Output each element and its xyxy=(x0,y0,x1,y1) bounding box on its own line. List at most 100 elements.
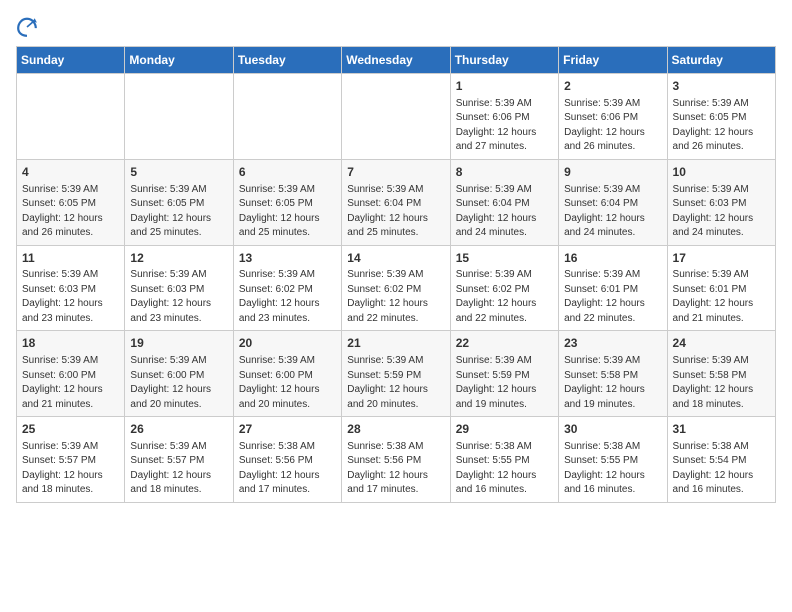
day-number: 17 xyxy=(673,250,770,267)
calendar-day-cell: 7 Sunrise: 5:39 AM Sunset: 6:04 PM Daylig… xyxy=(342,159,450,245)
day-number: 21 xyxy=(347,335,444,352)
day-info: Sunrise: 5:39 AM Sunset: 6:00 PM Dayligh… xyxy=(130,354,227,412)
calendar-day-header: Thursday xyxy=(450,47,558,74)
calendar-day-cell: 19 Sunrise: 5:39 AM Sunset: 6:00 PM Dayli… xyxy=(125,331,233,417)
calendar-day-cell: 18 Sunrise: 5:39 AM Sunset: 6:00 PM Dayli… xyxy=(17,331,125,417)
day-info: Sunrise: 5:39 AM Sunset: 6:06 PM Dayligh… xyxy=(564,97,661,155)
day-number: 13 xyxy=(239,250,336,267)
day-info: Sunrise: 5:39 AM Sunset: 6:04 PM Dayligh… xyxy=(564,183,661,241)
calendar-day-cell: 28 Sunrise: 5:38 AM Sunset: 5:56 PM Dayli… xyxy=(342,417,450,503)
day-info: Sunrise: 5:39 AM Sunset: 6:04 PM Dayligh… xyxy=(456,183,553,241)
day-info: Sunrise: 5:39 AM Sunset: 5:57 PM Dayligh… xyxy=(22,440,119,498)
calendar-day-cell: 23 Sunrise: 5:39 AM Sunset: 5:58 PM Dayli… xyxy=(559,331,667,417)
logo xyxy=(16,16,42,38)
day-info: Sunrise: 5:39 AM Sunset: 6:02 PM Dayligh… xyxy=(239,268,336,326)
calendar-day-cell xyxy=(342,74,450,160)
calendar-header-row: SundayMondayTuesdayWednesdayThursdayFrid… xyxy=(17,47,776,74)
calendar-day-header: Tuesday xyxy=(233,47,341,74)
calendar-day-cell: 16Sunrise: 5:39 AM Sunset: 6:01 PM Dayli… xyxy=(559,245,667,331)
day-number: 20 xyxy=(239,335,336,352)
day-info: Sunrise: 5:39 AM Sunset: 6:05 PM Dayligh… xyxy=(22,183,119,241)
day-number: 26 xyxy=(130,421,227,438)
day-number: 16 xyxy=(564,250,661,267)
calendar-day-cell: 9 Sunrise: 5:39 AM Sunset: 6:04 PM Daylig… xyxy=(559,159,667,245)
calendar-day-cell: 17Sunrise: 5:39 AM Sunset: 6:01 PM Dayli… xyxy=(667,245,775,331)
day-number: 8 xyxy=(456,164,553,181)
day-number: 31 xyxy=(673,421,770,438)
day-info: Sunrise: 5:39 AM Sunset: 6:03 PM Dayligh… xyxy=(673,183,770,241)
calendar-day-cell: 20 Sunrise: 5:39 AM Sunset: 6:00 PM Dayli… xyxy=(233,331,341,417)
calendar-day-cell: 21 Sunrise: 5:39 AM Sunset: 5:59 PM Dayli… xyxy=(342,331,450,417)
day-info: Sunrise: 5:39 AM Sunset: 6:01 PM Dayligh… xyxy=(673,268,770,326)
day-info: Sunrise: 5:39 AM Sunset: 6:00 PM Dayligh… xyxy=(239,354,336,412)
day-number: 3 xyxy=(673,78,770,95)
day-number: 28 xyxy=(347,421,444,438)
day-info: Sunrise: 5:39 AM Sunset: 5:59 PM Dayligh… xyxy=(347,354,444,412)
day-info: Sunrise: 5:38 AM Sunset: 5:54 PM Dayligh… xyxy=(673,440,770,498)
calendar-day-header: Monday xyxy=(125,47,233,74)
day-number: 9 xyxy=(564,164,661,181)
calendar-day-cell: 24 Sunrise: 5:39 AM Sunset: 5:58 PM Dayli… xyxy=(667,331,775,417)
day-number: 18 xyxy=(22,335,119,352)
day-number: 25 xyxy=(22,421,119,438)
day-info: Sunrise: 5:39 AM Sunset: 5:58 PM Dayligh… xyxy=(673,354,770,412)
day-info: Sunrise: 5:39 AM Sunset: 6:05 PM Dayligh… xyxy=(673,97,770,155)
calendar-day-cell: 6Sunrise: 5:39 AM Sunset: 6:05 PM Daylig… xyxy=(233,159,341,245)
calendar-day-cell: 5 Sunrise: 5:39 AM Sunset: 6:05 PM Daylig… xyxy=(125,159,233,245)
day-info: Sunrise: 5:39 AM Sunset: 5:59 PM Dayligh… xyxy=(456,354,553,412)
day-info: Sunrise: 5:38 AM Sunset: 5:56 PM Dayligh… xyxy=(239,440,336,498)
day-info: Sunrise: 5:39 AM Sunset: 6:05 PM Dayligh… xyxy=(239,183,336,241)
calendar-day-header: Friday xyxy=(559,47,667,74)
day-number: 30 xyxy=(564,421,661,438)
day-info: Sunrise: 5:39 AM Sunset: 6:02 PM Dayligh… xyxy=(456,268,553,326)
day-number: 19 xyxy=(130,335,227,352)
day-info: Sunrise: 5:38 AM Sunset: 5:56 PM Dayligh… xyxy=(347,440,444,498)
day-number: 27 xyxy=(239,421,336,438)
calendar-day-cell: 26 Sunrise: 5:39 AM Sunset: 5:57 PM Dayli… xyxy=(125,417,233,503)
day-info: Sunrise: 5:39 AM Sunset: 6:05 PM Dayligh… xyxy=(130,183,227,241)
calendar-day-cell xyxy=(17,74,125,160)
calendar-day-cell xyxy=(125,74,233,160)
day-info: Sunrise: 5:39 AM Sunset: 6:04 PM Dayligh… xyxy=(347,183,444,241)
day-number: 24 xyxy=(673,335,770,352)
day-number: 10 xyxy=(673,164,770,181)
calendar-day-cell: 25 Sunrise: 5:39 AM Sunset: 5:57 PM Dayli… xyxy=(17,417,125,503)
calendar-day-cell: 3 Sunrise: 5:39 AM Sunset: 6:05 PM Daylig… xyxy=(667,74,775,160)
calendar-day-cell: 30 Sunrise: 5:38 AM Sunset: 5:55 PM Dayli… xyxy=(559,417,667,503)
calendar-week-row: 11 Sunrise: 5:39 AM Sunset: 6:03 PM Dayli… xyxy=(17,245,776,331)
calendar-week-row: 4Sunrise: 5:39 AM Sunset: 6:05 PM Daylig… xyxy=(17,159,776,245)
calendar-week-row: 25 Sunrise: 5:39 AM Sunset: 5:57 PM Dayli… xyxy=(17,417,776,503)
day-info: Sunrise: 5:39 AM Sunset: 6:00 PM Dayligh… xyxy=(22,354,119,412)
calendar-day-cell: 1 Sunrise: 5:39 AM Sunset: 6:06 PM Daylig… xyxy=(450,74,558,160)
calendar-day-header: Sunday xyxy=(17,47,125,74)
day-number: 2 xyxy=(564,78,661,95)
day-number: 5 xyxy=(130,164,227,181)
calendar-day-cell: 13Sunrise: 5:39 AM Sunset: 6:02 PM Dayli… xyxy=(233,245,341,331)
day-number: 1 xyxy=(456,78,553,95)
day-info: Sunrise: 5:39 AM Sunset: 6:03 PM Dayligh… xyxy=(130,268,227,326)
day-info: Sunrise: 5:38 AM Sunset: 5:55 PM Dayligh… xyxy=(456,440,553,498)
logo-icon xyxy=(16,16,38,38)
calendar-table: SundayMondayTuesdayWednesdayThursdayFrid… xyxy=(16,46,776,503)
day-number: 12 xyxy=(130,250,227,267)
day-number: 23 xyxy=(564,335,661,352)
calendar-day-cell xyxy=(233,74,341,160)
day-info: Sunrise: 5:39 AM Sunset: 5:57 PM Dayligh… xyxy=(130,440,227,498)
day-number: 22 xyxy=(456,335,553,352)
day-number: 7 xyxy=(347,164,444,181)
calendar-day-header: Saturday xyxy=(667,47,775,74)
day-number: 29 xyxy=(456,421,553,438)
page-header xyxy=(16,16,776,38)
day-info: Sunrise: 5:39 AM Sunset: 6:06 PM Dayligh… xyxy=(456,97,553,155)
day-number: 15 xyxy=(456,250,553,267)
calendar-day-cell: 12Sunrise: 5:39 AM Sunset: 6:03 PM Dayli… xyxy=(125,245,233,331)
calendar-day-cell: 27 Sunrise: 5:38 AM Sunset: 5:56 PM Dayli… xyxy=(233,417,341,503)
day-info: Sunrise: 5:39 AM Sunset: 5:58 PM Dayligh… xyxy=(564,354,661,412)
calendar-day-cell: 14Sunrise: 5:39 AM Sunset: 6:02 PM Dayli… xyxy=(342,245,450,331)
day-number: 11 xyxy=(22,250,119,267)
day-info: Sunrise: 5:38 AM Sunset: 5:55 PM Dayligh… xyxy=(564,440,661,498)
day-info: Sunrise: 5:39 AM Sunset: 6:01 PM Dayligh… xyxy=(564,268,661,326)
day-number: 14 xyxy=(347,250,444,267)
calendar-day-cell: 22 Sunrise: 5:39 AM Sunset: 5:59 PM Dayli… xyxy=(450,331,558,417)
day-info: Sunrise: 5:39 AM Sunset: 6:02 PM Dayligh… xyxy=(347,268,444,326)
